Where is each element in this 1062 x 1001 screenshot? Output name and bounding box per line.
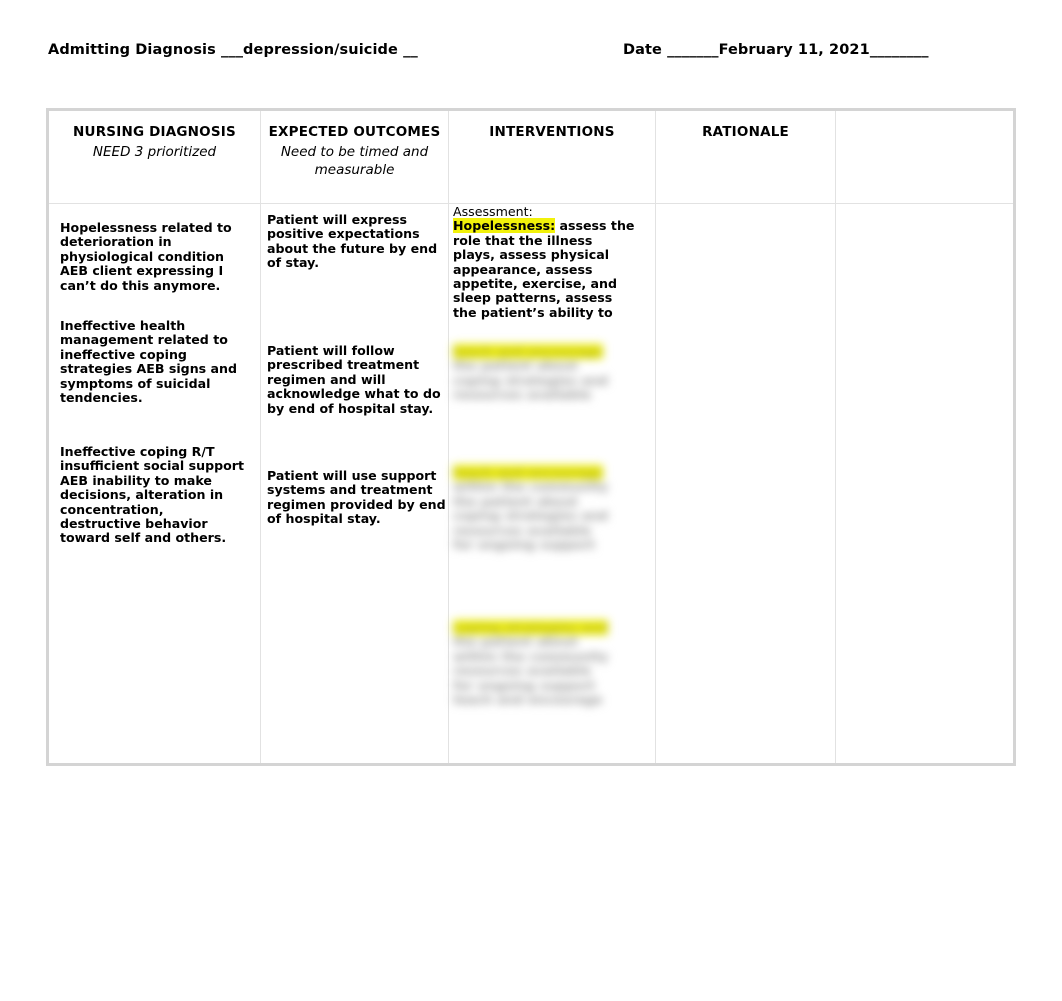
column-header-interventions: INTERVENTIONS bbox=[449, 123, 655, 141]
column-header-nursing-diagnosis: NURSING DIAGNOSIS NEED 3 prioritized bbox=[49, 123, 260, 161]
redacted-line: the patient about bbox=[453, 634, 578, 650]
nursing-diagnosis-item-3: Ineffective coping R/T insufficient soci… bbox=[60, 444, 244, 546]
interventions-assessment-label: Assessment: bbox=[453, 204, 533, 219]
column-header-title: EXPECTED OUTCOMES bbox=[268, 124, 441, 140]
document-header: Admitting Diagnosis ___depression/suicid… bbox=[0, 42, 1062, 70]
redacted-line: coping strategies and bbox=[453, 508, 608, 524]
redacted-line: for ongoing support bbox=[453, 677, 596, 693]
care-plan-table: NURSING DIAGNOSIS NEED 3 prioritized EXP… bbox=[46, 108, 1016, 766]
interventions-redacted-block-3: coping strategies and the patient about … bbox=[453, 620, 637, 708]
column-header-expected-outcomes: EXPECTED OUTCOMES Need to be timed and m… bbox=[261, 123, 448, 179]
expected-outcome-item-3: Patient will use support systems and tre… bbox=[267, 468, 446, 527]
redacted-line: resources available bbox=[453, 387, 592, 403]
redacted-line: within the community bbox=[453, 648, 609, 664]
column-divider-2 bbox=[448, 111, 449, 763]
column-header-subtitle: Need to be timed and measurable bbox=[280, 144, 429, 178]
redacted-line: resources available bbox=[453, 663, 592, 679]
redacted-highlight: teach and encourage bbox=[453, 344, 603, 359]
interventions-redacted-block-2: teach and encourage within the community… bbox=[453, 465, 637, 553]
redacted-highlight: teach and encourage bbox=[453, 465, 603, 480]
column-header-title: NURSING DIAGNOSIS bbox=[73, 124, 236, 140]
column-divider-3 bbox=[655, 111, 656, 763]
redacted-line: the patient about bbox=[453, 493, 578, 509]
column-divider-1 bbox=[260, 111, 261, 763]
date-line: Date _______February 11, 2021________ bbox=[623, 42, 929, 58]
highlighted-term: Hopelessness: bbox=[453, 218, 556, 234]
column-header-title: RATIONALE bbox=[702, 124, 789, 140]
redacted-line: within the community bbox=[453, 479, 609, 495]
admitting-diagnosis-line: Admitting Diagnosis ___depression/suicid… bbox=[48, 42, 418, 58]
redacted-line: the patient about bbox=[453, 358, 578, 374]
interventions-cell-1: Assessment: Hopelessness: assess the rol… bbox=[453, 204, 637, 320]
column-divider-4 bbox=[835, 111, 836, 763]
column-header-title: INTERVENTIONS bbox=[489, 124, 615, 140]
expected-outcome-item-2: Patient will follow prescribed treatment… bbox=[267, 343, 441, 416]
redacted-line: coping strategies and bbox=[453, 372, 608, 388]
column-header-subtitle: NEED 3 prioritized bbox=[92, 144, 217, 160]
expected-outcome-item-1: Patient will express positive expectatio… bbox=[267, 212, 438, 271]
redacted-line: teach and encourage bbox=[453, 692, 603, 708]
redacted-line: for ongoing support bbox=[453, 537, 596, 553]
interventions-visible-text: assess the role that the illness plays, … bbox=[453, 218, 635, 320]
interventions-redacted-block-1: teach and encourage the patient about co… bbox=[453, 344, 637, 403]
nursing-diagnosis-item-2: Ineffective health management related to… bbox=[60, 318, 238, 406]
interventions-body: Hopelessness: assess the role that the i… bbox=[453, 218, 637, 320]
redacted-line: resources available bbox=[453, 522, 592, 538]
column-header-rationale: RATIONALE bbox=[656, 123, 835, 141]
nursing-diagnosis-item-1: Hopelessness related to deterioration in… bbox=[60, 220, 232, 293]
redacted-highlight: coping strategies and bbox=[453, 620, 608, 635]
